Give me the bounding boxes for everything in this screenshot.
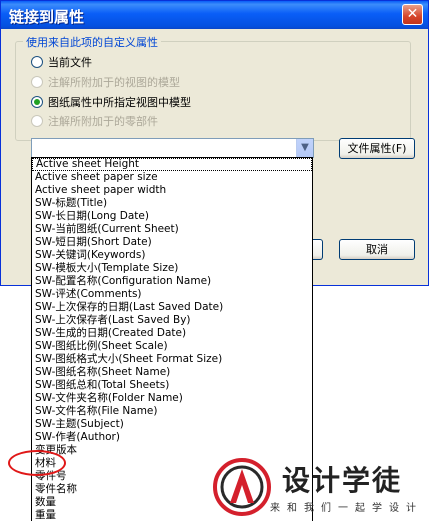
dropdown-item[interactable]: Active sheet paper size — [32, 171, 312, 184]
dropdown-item[interactable]: SW-短日期(Short Date) — [32, 236, 312, 249]
dropdown-item[interactable]: SW-图纸名称(Sheet Name) — [32, 366, 312, 379]
dropdown-item[interactable]: SW-上次保存的日期(Last Saved Date) — [32, 301, 312, 314]
radio-indicator[interactable] — [31, 56, 43, 68]
close-icon: ✕ — [406, 6, 419, 22]
radio-indicator[interactable] — [31, 96, 43, 108]
property-combo[interactable]: ▼ — [31, 138, 314, 158]
radio-label: 当前文件 — [48, 56, 92, 69]
radio-label: 注解所附加于的零部件 — [48, 115, 158, 128]
brand-logo-icon — [213, 458, 271, 516]
radio-indicator — [31, 115, 43, 127]
dropdown-item[interactable]: SW-模板大小(Template Size) — [32, 262, 312, 275]
dropdown-item[interactable]: SW-评述(Comments) — [32, 288, 312, 301]
radio-label: 注解所附加于的视图的模型 — [48, 76, 180, 89]
close-button[interactable]: ✕ — [402, 4, 423, 25]
dropdown-item[interactable]: SW-长日期(Long Date) — [32, 210, 312, 223]
radio-current-file[interactable]: 当前文件 — [31, 54, 92, 70]
radio-annotation-component: 注解所附加于的零部件 — [31, 113, 158, 129]
chevron-down-icon[interactable]: ▼ — [296, 139, 313, 157]
cancel-button[interactable]: 取消 — [339, 239, 415, 260]
dropdown-item[interactable]: SW-图纸格式大小(Sheet Format Size) — [32, 353, 312, 366]
brand-tagline: 来和我们一起学设计 — [270, 503, 423, 514]
radio-sheet-view-model[interactable]: 图纸属性中所指定视图中模型 — [31, 94, 191, 110]
dropdown-item[interactable]: SW-图纸总和(Total Sheets) — [32, 379, 312, 392]
dropdown-item[interactable]: SW-生成的日期(Created Date) — [32, 327, 312, 340]
radio-label: 图纸属性中所指定视图中模型 — [48, 96, 191, 109]
file-properties-button[interactable]: 文件属性(F) — [339, 138, 415, 159]
dropdown-item[interactable]: Active sheet Height — [32, 158, 312, 171]
dropdown-item[interactable]: SW-关键词(Keywords) — [32, 249, 312, 262]
dropdown-item[interactable]: SW-标题(Title) — [32, 197, 312, 210]
brand-name: 设计学徒 — [282, 464, 403, 497]
dropdown-item[interactable]: SW-作者(Author) — [32, 431, 312, 444]
dropdown-item[interactable]: SW-文件夹名称(Folder Name) — [32, 392, 312, 405]
radio-annotation-view-model: 注解所附加于的视图的模型 — [31, 74, 180, 90]
window-title: 链接到属性 — [9, 8, 85, 26]
dropdown-item[interactable]: SW-文件名称(File Name) — [32, 405, 312, 418]
title-bar[interactable]: 链接到属性 ✕ — [1, 1, 428, 29]
highlight-circle — [8, 450, 66, 476]
dropdown-item[interactable]: SW-图纸比例(Sheet Scale) — [32, 340, 312, 353]
dropdown-item[interactable]: Active sheet paper width — [32, 184, 312, 197]
dropdown-item[interactable]: SW-配置名称(Configuration Name) — [32, 275, 312, 288]
group-label: 使用来自此项的自定义属性 — [23, 34, 161, 50]
dropdown-item[interactable]: SW-主题(Subject) — [32, 418, 312, 431]
dropdown-item[interactable]: SW-当前图纸(Current Sheet) — [32, 223, 312, 236]
radio-indicator — [31, 76, 43, 88]
dropdown-item[interactable]: SW-上次保存者(Last Saved By) — [32, 314, 312, 327]
watermark-logo: 设计学徒 来和我们一起学设计 — [212, 455, 422, 519]
